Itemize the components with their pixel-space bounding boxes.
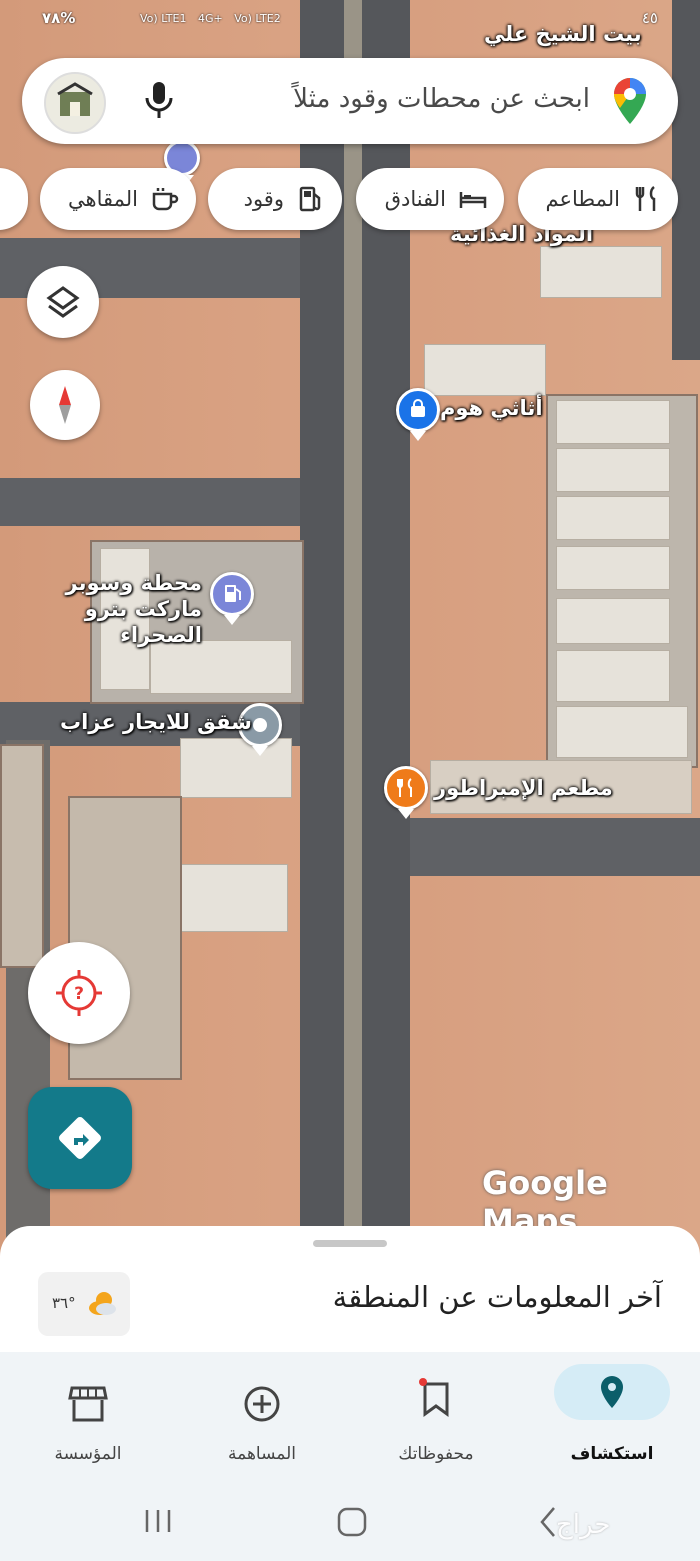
sheet-title: آخر المعلومات عن المنطقة xyxy=(332,1280,662,1314)
directions-button[interactable] xyxy=(28,1087,132,1189)
chip-restaurants[interactable]: المطاعم xyxy=(518,168,678,230)
tab-explore[interactable]: استكشاف xyxy=(552,1364,672,1474)
tab-business[interactable]: المؤسسة xyxy=(28,1364,148,1474)
search-input[interactable]: ابحث عن محطات وقود مثلاً xyxy=(293,84,590,114)
road xyxy=(672,0,700,360)
search-bar[interactable]: ابحث عن محطات وقود مثلاً xyxy=(22,58,678,144)
my-location-button[interactable]: ? xyxy=(28,942,130,1044)
network-label: 4G+ xyxy=(197,12,223,25)
tab-saved[interactable]: محفوظاتك xyxy=(376,1364,496,1474)
haraj-watermark: حراج xyxy=(556,1510,611,1540)
svg-text:?: ? xyxy=(74,984,84,1004)
layers-icon xyxy=(46,286,80,318)
chip-label: وقود xyxy=(243,187,284,211)
fork-knife-icon xyxy=(635,186,656,211)
home-icon[interactable] xyxy=(332,1502,372,1542)
place-label[interactable]: شقق للايجار عزاب xyxy=(60,710,252,734)
tab-label: محفوظاتك xyxy=(398,1444,474,1464)
tab-label: المساهمة xyxy=(228,1444,296,1464)
volte-label: Vo) LTE1 xyxy=(140,12,187,25)
place-label[interactable]: أثاثي هوم xyxy=(440,396,543,420)
recent-apps-icon[interactable] xyxy=(138,1502,178,1542)
weather-chip[interactable]: ٣٦° xyxy=(38,1272,130,1336)
tab-label: استكشاف xyxy=(570,1444,654,1464)
location-unknown-icon: ? xyxy=(56,970,102,1016)
building xyxy=(556,546,670,590)
building xyxy=(150,640,292,694)
building xyxy=(556,650,670,702)
tab-label: المؤسسة xyxy=(54,1444,122,1464)
building xyxy=(176,864,288,932)
bottom-navigation: استكشاف محفوظاتك المساهمة المؤسسة xyxy=(0,1352,700,1482)
microphone-icon[interactable] xyxy=(142,80,176,120)
bookmark-icon xyxy=(419,1378,449,1417)
building xyxy=(540,246,662,298)
tab-contribute[interactable]: المساهمة xyxy=(202,1364,322,1474)
fork-knife-icon[interactable] xyxy=(384,766,428,819)
plus-circle-icon xyxy=(244,1386,280,1422)
chip-fuel[interactable]: وقود xyxy=(208,168,342,230)
building xyxy=(556,496,670,540)
layers-button[interactable] xyxy=(27,266,99,338)
compass-button[interactable] xyxy=(30,370,100,440)
place-label[interactable]: محطة وسوبر ماركت بترو الصحراء xyxy=(16,570,202,648)
google-maps-logo-icon xyxy=(614,78,646,124)
building-block xyxy=(0,744,44,968)
status-bar: ٧٨% Vo) LTE1 4G+ Vo) LTE2 ٤٥ xyxy=(0,0,700,44)
avatar-image xyxy=(46,74,104,132)
gas-pump-icon xyxy=(299,186,321,212)
explore-sheet[interactable]: آخر المعلومات عن المنطقة ٣٦° xyxy=(0,1226,700,1356)
gas-pump-icon[interactable] xyxy=(210,572,254,625)
clock: ٤٥ xyxy=(641,9,658,27)
battery-indicator: ٧٨% xyxy=(42,9,76,27)
place-label[interactable]: مطعم الإمبراطور xyxy=(434,776,613,800)
building xyxy=(556,706,688,758)
volte-label: Vo) LTE2 xyxy=(234,12,281,25)
compass-icon xyxy=(59,386,71,424)
coffee-cup-icon xyxy=(152,188,179,211)
building xyxy=(180,738,292,798)
chip-label: المطاعم xyxy=(545,187,620,211)
chip-hotels[interactable]: الفنادق xyxy=(356,168,504,230)
road xyxy=(400,818,700,876)
avatar[interactable] xyxy=(44,72,106,134)
building xyxy=(556,400,670,444)
building xyxy=(556,448,670,492)
partly-cloudy-icon xyxy=(89,1292,116,1315)
chip-cafes[interactable]: المقاهي xyxy=(40,168,196,230)
location-pin-icon xyxy=(601,1376,623,1408)
building xyxy=(556,598,670,644)
directions-icon xyxy=(59,1117,101,1159)
building xyxy=(424,344,546,396)
shopping-bag-icon[interactable] xyxy=(396,388,440,441)
road xyxy=(0,478,310,526)
chip-label: الفنادق xyxy=(384,187,446,211)
bed-icon xyxy=(459,192,487,208)
temperature: ٣٦° xyxy=(52,1294,76,1312)
sheet-drag-handle[interactable] xyxy=(313,1240,387,1247)
network-indicator: Vo) LTE1 4G+ Vo) LTE2 xyxy=(140,12,281,25)
chip-label: المقاهي xyxy=(68,187,138,211)
storefront-icon xyxy=(68,1386,108,1422)
